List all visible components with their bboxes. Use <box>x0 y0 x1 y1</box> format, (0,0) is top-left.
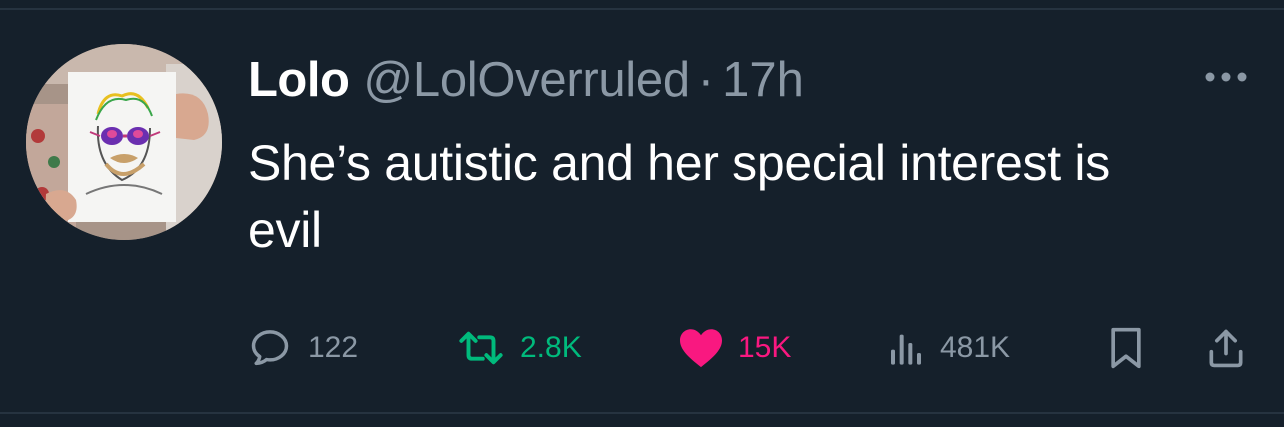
tweet-text: She’s autistic and her special interest … <box>248 135 1110 258</box>
reply-count: 122 <box>308 331 359 364</box>
bar-chart-icon <box>891 334 921 365</box>
retweet-button[interactable]: 2.8K <box>456 320 582 376</box>
avatar-image <box>26 44 222 240</box>
bookmark-button[interactable] <box>1106 320 1146 376</box>
like-button[interactable]: 15K <box>678 320 791 376</box>
share-upload-icon <box>1209 329 1243 368</box>
more-horizontal-icon <box>1205 72 1247 82</box>
bottom-divider <box>0 412 1284 414</box>
speech-bubble-icon <box>251 330 289 366</box>
views-count: 481K <box>940 331 1011 364</box>
retweet-count: 2.8K <box>520 331 582 364</box>
like-count: 15K <box>738 331 792 364</box>
share-button[interactable] <box>1204 320 1248 376</box>
bookmark-icon <box>1111 327 1141 369</box>
reply-button[interactable]: 122 <box>248 320 358 376</box>
action-bar: 122 2.8K 15K 481K <box>248 320 1258 376</box>
more-options-button[interactable] <box>1196 60 1256 94</box>
tweet-header: Lolo @LolOverruled · 17h <box>248 48 804 112</box>
author-handle[interactable]: @LolOverruled <box>363 52 690 108</box>
author-name[interactable]: Lolo <box>248 52 350 108</box>
avatar[interactable] <box>26 44 222 240</box>
top-divider <box>0 8 1284 10</box>
header-separator: · <box>697 53 715 107</box>
heart-icon-filled <box>680 329 722 368</box>
views-button[interactable]: 481K <box>886 320 1010 376</box>
tweet-timestamp[interactable]: 17h <box>722 52 804 108</box>
retweet-arrows-icon <box>459 331 503 365</box>
